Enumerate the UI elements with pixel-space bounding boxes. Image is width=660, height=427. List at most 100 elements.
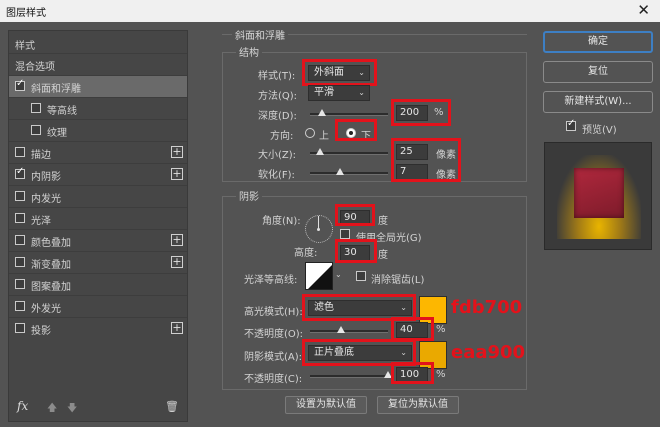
antialias-checkbox[interactable] — [356, 271, 366, 281]
style-item-checkbox[interactable] — [15, 166, 25, 179]
depth-slider-thumb[interactable] — [318, 109, 326, 116]
size-label: 大小(Z): — [258, 150, 297, 161]
style-item-checkbox[interactable] — [31, 125, 41, 135]
altitude-label: 高度: — [294, 248, 318, 259]
style-item-label: 等高线 — [47, 106, 77, 117]
style-item[interactable]: 等高线 — [9, 97, 187, 120]
highlight-opacity-thumb[interactable] — [337, 326, 345, 333]
angle-label: 角度(N): — [262, 216, 301, 227]
trash-icon[interactable]: 🗑 — [165, 400, 179, 413]
angle-dial-center — [317, 228, 320, 231]
blend-options-item[interactable]: 混合选项 — [9, 53, 187, 76]
style-item[interactable]: 内发光 — [9, 185, 187, 208]
highlight-box-highlight-opacity — [391, 317, 434, 341]
size-slider-thumb[interactable] — [316, 148, 324, 155]
add-effect-icon[interactable]: + — [171, 146, 183, 158]
move-up-icon[interactable]: 🡅 — [47, 401, 57, 418]
angle-dial[interactable] — [305, 215, 333, 243]
preview-shape — [574, 168, 624, 218]
style-item-checkbox[interactable] — [31, 103, 41, 113]
highlight-mode-label: 高光模式(H): — [244, 307, 303, 318]
highlight-box-altitude — [335, 239, 377, 263]
add-effect-icon[interactable]: + — [171, 168, 183, 180]
title-bar: 图层样式 ✕ — [0, 0, 660, 22]
style-item-checkbox[interactable] — [15, 279, 25, 289]
style-item-checkbox[interactable] — [15, 78, 25, 91]
add-effect-icon[interactable]: + — [171, 256, 183, 268]
style-item[interactable]: 颜色叠加 + — [9, 229, 187, 252]
style-item-label: 光泽 — [31, 216, 51, 227]
contour-curve-icon — [308, 265, 332, 289]
set-default-button[interactable]: 设置为默认值 — [285, 396, 367, 414]
fx-icon[interactable]: fx — [17, 399, 28, 413]
style-item-checkbox[interactable] — [15, 213, 25, 223]
style-item-checkbox[interactable] — [15, 191, 25, 201]
method-select[interactable]: 平滑 ⌄ — [308, 85, 370, 101]
highlight-box-angle — [335, 204, 375, 226]
window-title: 图层样式 — [6, 8, 46, 19]
add-effect-icon[interactable]: + — [171, 234, 183, 246]
style-item-checkbox[interactable] — [15, 257, 25, 267]
size-slider[interactable] — [310, 148, 388, 155]
style-list-panel: 样式 混合选项 斜面和浮雕等高线纹理描边 + 内阴影 + 内发光光泽颜色叠加 + 渐变叠加 +… — [8, 30, 188, 422]
global-light-checkbox[interactable] — [340, 229, 350, 239]
direction-up-label: 上 — [319, 131, 329, 142]
new-style-button[interactable]: 新建样式(W)... — [543, 91, 653, 113]
direction-up-radio[interactable] — [305, 128, 315, 138]
style-item-label: 描边 — [31, 150, 51, 161]
styles-header[interactable]: 样式 — [15, 37, 35, 52]
style-item-checkbox[interactable] — [15, 147, 25, 157]
style-item[interactable]: 内阴影 + — [9, 163, 187, 186]
move-down-icon[interactable]: 🡇 — [67, 401, 77, 418]
gloss-contour-label: 光泽等高线: — [244, 275, 298, 286]
add-effect-icon[interactable]: + — [171, 322, 183, 334]
shading-title: 阴影 — [236, 188, 262, 203]
shadow-opacity-label: 不透明度(C): — [244, 374, 303, 385]
style-item[interactable]: 描边 + — [9, 141, 187, 164]
style-item-label: 纹理 — [47, 128, 67, 139]
style-item[interactable]: 纹理 — [9, 119, 187, 142]
style-item-checkbox[interactable] — [15, 323, 25, 333]
gloss-contour-preview[interactable] — [305, 262, 333, 290]
style-item-label: 图案叠加 — [31, 282, 71, 293]
style-item[interactable]: 斜面和浮雕 — [9, 75, 187, 98]
angle-unit: 度 — [378, 216, 388, 227]
depth-slider[interactable] — [310, 109, 388, 116]
highlight-color-annotation: fdb700 — [451, 297, 523, 318]
style-item-checkbox[interactable] — [15, 301, 25, 311]
style-item-label: 渐变叠加 — [31, 260, 71, 271]
style-item[interactable]: 投影 + — [9, 317, 187, 340]
highlight-box-size-soften — [391, 138, 461, 182]
style-item[interactable]: 图案叠加 — [9, 273, 187, 296]
soften-slider[interactable] — [310, 168, 388, 175]
style-item-checkbox[interactable] — [15, 235, 25, 245]
highlight-opacity-label: 不透明度(O): — [244, 329, 304, 340]
highlight-box-direction — [335, 119, 377, 141]
style-item-label: 投影 — [31, 326, 51, 337]
soften-slider-thumb[interactable] — [336, 168, 344, 175]
style-item[interactable]: 外发光 — [9, 295, 187, 318]
direction-label: 方向: — [270, 131, 294, 142]
style-item-label: 斜面和浮雕 — [31, 84, 81, 95]
bevel-section-title: 斜面和浮雕 — [232, 27, 288, 42]
reset-button[interactable]: 复位 — [543, 61, 653, 83]
highlight-opacity-unit: % — [436, 324, 446, 335]
shadow-opacity-slider[interactable] — [310, 371, 392, 378]
highlight-opacity-slider[interactable] — [310, 326, 388, 333]
method-select-value: 平滑 — [314, 87, 334, 98]
close-icon[interactable]: ✕ — [637, 1, 650, 19]
highlight-box-style — [302, 59, 377, 86]
highlight-box-depth — [391, 99, 451, 126]
style-item-label: 颜色叠加 — [31, 238, 71, 249]
style-item[interactable]: 光泽 — [9, 207, 187, 230]
style-item[interactable]: 渐变叠加 + — [9, 251, 187, 274]
method-label: 方法(Q): — [258, 91, 298, 102]
style-item-label: 内发光 — [31, 194, 61, 205]
reset-default-button[interactable]: 复位为默认值 — [377, 396, 459, 414]
contour-dropdown-icon[interactable]: ⌄ — [335, 270, 342, 279]
chevron-down-icon: ⌄ — [358, 88, 365, 97]
ok-button[interactable]: 确定 — [543, 31, 653, 53]
preview-checkbox[interactable] — [566, 118, 576, 131]
altitude-unit: 度 — [378, 250, 388, 261]
style-item-label: 外发光 — [31, 304, 61, 315]
